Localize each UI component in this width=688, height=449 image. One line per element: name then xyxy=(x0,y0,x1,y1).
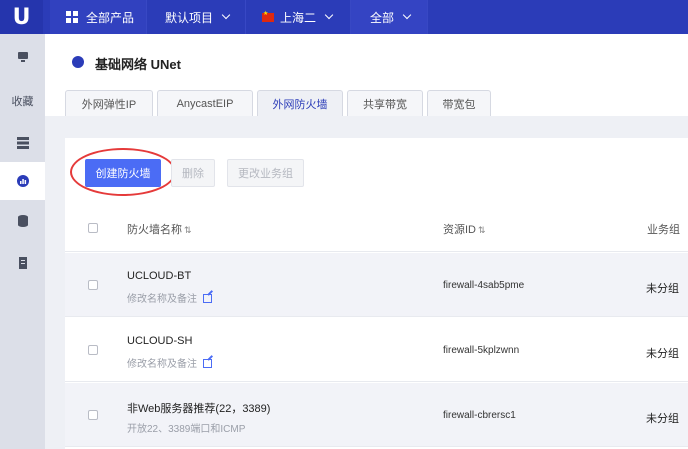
grid-icon xyxy=(66,11,78,23)
top-navigation-bar: U 全部产品 默认项目 上海二 全部 xyxy=(0,0,688,34)
all-products-label: 全部产品 xyxy=(86,10,135,25)
table-row[interactable]: 非Web服务器推荐(22，3389) 开放22、3389端口和ICMP fire… xyxy=(65,383,688,447)
region-selector[interactable]: 上海二 xyxy=(246,0,351,34)
network-icon xyxy=(16,175,29,187)
firewall-name: UCLOUD-BT xyxy=(127,270,192,282)
sidebar-item-database[interactable] xyxy=(0,202,45,240)
tab-eip[interactable]: 外网弹性IP xyxy=(65,90,153,116)
firewall-panel: 创建防火墙 删除 更改业务组 防火墙名称 ⇅ 资源ID ⇅ 业务组 UCLOUD-B… xyxy=(65,138,688,449)
firewall-name: 非Web服务器推荐(22，3389) xyxy=(127,403,271,415)
china-flag-icon xyxy=(262,10,274,22)
sidebar-item-monitor[interactable] xyxy=(0,38,45,76)
all-products-menu[interactable]: 全部产品 xyxy=(50,0,147,34)
change-group-button[interactable]: 更改业务组 xyxy=(227,159,304,187)
sidebar-item-network[interactable] xyxy=(0,162,45,200)
zone-label: 全部 xyxy=(370,10,395,25)
business-group: 未分组 xyxy=(646,283,679,295)
highlight-annotation xyxy=(70,148,176,196)
edit-icon xyxy=(203,359,212,368)
project-label: 默认项目 xyxy=(165,10,214,25)
main-content: 基础网络 UNet 外网弹性IP AnycastEIP 外网防火墙 共享带宽 带… xyxy=(45,34,688,449)
column-name-header[interactable]: 防火墙名称 ⇅ xyxy=(127,221,192,237)
tab-firewall[interactable]: 外网防火墙 xyxy=(257,90,343,116)
project-selector[interactable]: 默认项目 xyxy=(147,0,246,34)
row-checkbox[interactable] xyxy=(88,280,98,290)
content-area: 创建防火墙 删除 更改业务组 防火墙名称 ⇅ 资源ID ⇅ 业务组 UCLOUD-B… xyxy=(45,116,688,449)
table-row[interactable]: UCLOUD-SH 修改名称及备注 firewall-5kplzwnn 未分组 xyxy=(65,318,688,382)
sidebar-item-servers[interactable] xyxy=(0,124,45,162)
select-all-checkbox[interactable] xyxy=(88,223,98,233)
sidebar-item-favorites[interactable]: 收藏 xyxy=(0,82,45,120)
edit-remark-link[interactable]: 修改名称及备注 xyxy=(127,355,212,370)
row-checkbox[interactable] xyxy=(88,345,98,355)
document-icon xyxy=(18,257,27,269)
region-label: 上海二 xyxy=(280,10,317,25)
favorites-label: 收藏 xyxy=(11,96,34,108)
sidebar-item-documents[interactable] xyxy=(0,244,45,282)
edit-icon xyxy=(203,294,212,303)
database-icon xyxy=(17,215,28,227)
left-sidebar: 收藏 xyxy=(0,34,45,449)
chevron-down-icon xyxy=(221,10,231,20)
delete-button[interactable]: 删除 xyxy=(171,159,215,187)
tab-anycast-eip[interactable]: AnycastEIP xyxy=(157,90,253,116)
table-header: 防火墙名称 ⇅ 资源ID ⇅ 业务组 xyxy=(65,204,688,252)
sort-icon: ⇅ xyxy=(184,225,192,235)
firewall-name: UCLOUD-SH xyxy=(127,335,193,347)
column-group-header[interactable]: 业务组 xyxy=(647,221,680,237)
unet-icon xyxy=(72,56,84,68)
ucloud-logo[interactable]: U xyxy=(0,0,43,34)
sort-icon: ⇅ xyxy=(478,225,486,235)
chevron-down-icon xyxy=(324,10,334,20)
firewall-remark: 开放22、3389端口和ICMP xyxy=(127,424,246,435)
edit-remark-link[interactable]: 修改名称及备注 xyxy=(127,290,212,305)
server-icon xyxy=(16,137,29,149)
column-resource-id-header[interactable]: 资源ID ⇅ xyxy=(443,221,486,237)
resource-id: firewall-5kplzwnn xyxy=(443,345,520,356)
zone-selector[interactable]: 全部 xyxy=(351,0,428,34)
tab-bandwidth-package[interactable]: 带宽包 xyxy=(427,90,491,116)
chevron-down-icon xyxy=(402,10,412,20)
page-header: 基础网络 UNet 外网弹性IP AnycastEIP 外网防火墙 共享带宽 带… xyxy=(45,34,688,116)
resource-id: firewall-cbrersc1 xyxy=(443,410,516,421)
resource-id: firewall-4sab5pme xyxy=(443,280,525,291)
monitor-icon xyxy=(17,52,28,62)
tab-shared-bandwidth[interactable]: 共享带宽 xyxy=(347,90,423,116)
business-group: 未分组 xyxy=(646,413,679,425)
page-title: 基础网络 UNet xyxy=(95,57,181,72)
row-checkbox[interactable] xyxy=(88,410,98,420)
business-group: 未分组 xyxy=(646,348,679,360)
table-row[interactable]: UCLOUD-BT 修改名称及备注 firewall-4sab5pme 未分组 xyxy=(65,253,688,317)
tab-bar: 外网弹性IP AnycastEIP 外网防火墙 共享带宽 带宽包 xyxy=(65,90,495,116)
